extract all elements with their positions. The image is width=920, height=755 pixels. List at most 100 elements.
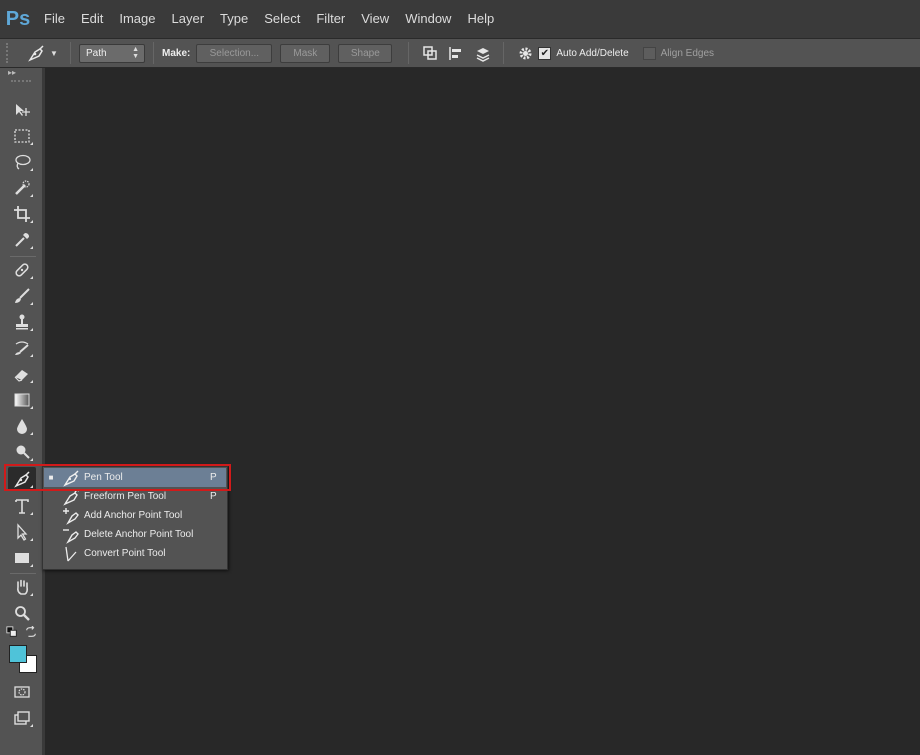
flyout-item-label: Add Anchor Point Tool <box>84 510 183 521</box>
align-edges-checkbox[interactable] <box>642 46 656 60</box>
rectangle-tool[interactable] <box>8 546 36 570</box>
divider <box>408 42 410 64</box>
rectangle-icon <box>15 553 29 563</box>
menu-select[interactable]: Select <box>256 0 308 38</box>
default-colors-icon <box>6 626 17 637</box>
swap-colors-button[interactable] <box>24 625 38 639</box>
menu-image[interactable]: Image <box>111 0 163 38</box>
path-alignment-button[interactable] <box>443 40 469 66</box>
options-grip[interactable] <box>6 43 12 63</box>
mask-button[interactable]: Mask <box>280 43 331 63</box>
blur-tool[interactable] <box>8 414 36 438</box>
chevron-down-icon: ▼ <box>50 48 58 58</box>
type-icon <box>15 499 29 514</box>
select-arrows-icon: ▲ ▼ <box>132 45 139 60</box>
menu-layer[interactable]: Layer <box>164 0 213 38</box>
healing-brush-tool[interactable] <box>8 258 36 282</box>
marquee-tool[interactable] <box>8 124 36 148</box>
quick-mask-icon <box>14 686 30 698</box>
mode-select-value: Path <box>86 47 107 59</box>
delete-anchor-point-icon <box>63 528 79 544</box>
stamp-icon <box>16 314 28 330</box>
screen-mode-button[interactable] <box>8 706 36 730</box>
move-icon <box>16 104 30 116</box>
crop-tool[interactable] <box>8 202 36 226</box>
bandage-icon <box>15 263 29 277</box>
menu-type[interactable]: Type <box>212 0 256 38</box>
dodge-icon <box>16 445 30 459</box>
gradient-icon <box>14 393 30 407</box>
flyout-item-convert-point-tool[interactable]: Convert Point Tool <box>44 544 226 563</box>
make-label: Make: <box>162 47 191 59</box>
pen-tool[interactable] <box>8 467 36 491</box>
auto-add-delete-label: Auto Add/Delete <box>556 47 629 59</box>
hand-icon <box>17 579 29 595</box>
menu-bar: Ps File Edit Image Layer Type Select Fil… <box>0 0 920 38</box>
flyout-item-add-anchor-point-tool[interactable]: Add Anchor Point Tool <box>44 506 226 525</box>
freeform-pen-icon <box>63 489 80 506</box>
panel-grip[interactable] <box>11 80 31 86</box>
flyout-item-label: Freeform Pen Tool <box>84 491 167 502</box>
quick-selection-tool[interactable] <box>8 176 36 200</box>
selected-bullet: ■ <box>48 473 54 482</box>
lasso-tool[interactable] <box>8 150 36 174</box>
brush-icon <box>15 288 30 303</box>
divider <box>153 42 154 64</box>
quick-mask-button[interactable] <box>8 680 36 704</box>
menu-window[interactable]: Window <box>397 0 459 38</box>
menu-view[interactable]: View <box>353 0 397 38</box>
path-operations-icon <box>423 45 437 60</box>
flyout-item-label: Delete Anchor Point Tool <box>84 529 194 540</box>
auto-add-delete-checkbox[interactable]: ✔ <box>538 46 552 60</box>
screen-mode-icon <box>14 711 30 725</box>
rectangle-marquee-icon <box>14 129 30 143</box>
arrange-icon <box>476 47 490 62</box>
lasso-icon <box>15 154 31 170</box>
divider <box>10 256 36 257</box>
menu-file[interactable]: File <box>36 0 73 38</box>
default-colors-button[interactable] <box>5 625 19 639</box>
path-arrangement-button[interactable] <box>469 40 495 66</box>
brush-tool[interactable] <box>8 284 36 308</box>
divider <box>10 573 36 574</box>
collapse-panel-icon[interactable]: ▸▸ <box>0 68 42 80</box>
path-selection-icon <box>17 523 28 541</box>
shape-button[interactable]: Shape <box>338 43 393 63</box>
history-brush-icon <box>15 341 29 355</box>
clone-stamp-tool[interactable] <box>8 310 36 334</box>
convert-point-icon <box>65 546 77 561</box>
eraser-tool[interactable] <box>8 362 36 386</box>
pen-icon <box>28 45 44 62</box>
pen-icon <box>14 471 30 488</box>
add-anchor-point-icon <box>63 507 79 525</box>
flyout-item-freeform-pen-tool[interactable]: Freeform Pen Tool P <box>44 487 226 506</box>
hand-tool[interactable] <box>8 575 36 599</box>
gradient-tool[interactable] <box>8 388 36 412</box>
type-tool[interactable] <box>8 494 36 518</box>
menu-filter[interactable]: Filter <box>308 0 353 38</box>
swap-arrow-icon <box>26 626 36 637</box>
path-selection-tool[interactable] <box>8 520 36 544</box>
path-operations-button[interactable] <box>417 40 443 66</box>
selection-button[interactable]: Selection... <box>196 43 273 63</box>
menu-edit[interactable]: Edit <box>73 0 111 38</box>
mode-select[interactable]: Path ▲ ▼ <box>79 43 145 63</box>
zoom-tool[interactable] <box>8 601 36 625</box>
tool-preset-picker[interactable]: ▼ <box>22 40 62 66</box>
options-bar: ▼ Path ▲ ▼ Make: Selection... Mask Shape … <box>0 38 920 68</box>
foreground-color-swatch[interactable] <box>9 645 27 663</box>
align-icon <box>449 46 461 60</box>
dodge-tool[interactable] <box>8 440 36 464</box>
flyout-item-label: Convert Point Tool <box>84 548 166 559</box>
settings-button[interactable] <box>512 40 538 66</box>
crop-icon <box>14 206 30 222</box>
history-brush-tool[interactable] <box>8 336 36 360</box>
align-edges-label: Align Edges <box>660 47 715 59</box>
flyout-item-delete-anchor-point-tool[interactable]: Delete Anchor Point Tool <box>44 525 226 544</box>
eyedropper-tool[interactable] <box>8 228 36 252</box>
move-tool[interactable] <box>8 98 36 122</box>
menu-help[interactable]: Help <box>459 0 502 38</box>
flyout-item-pen-tool[interactable]: ■ Pen Tool P <box>44 468 226 487</box>
pen-tool-flyout-menu: ■ Pen Tool P Freeform Pen Tool P Add Anc… <box>42 466 228 570</box>
divider <box>70 42 71 64</box>
